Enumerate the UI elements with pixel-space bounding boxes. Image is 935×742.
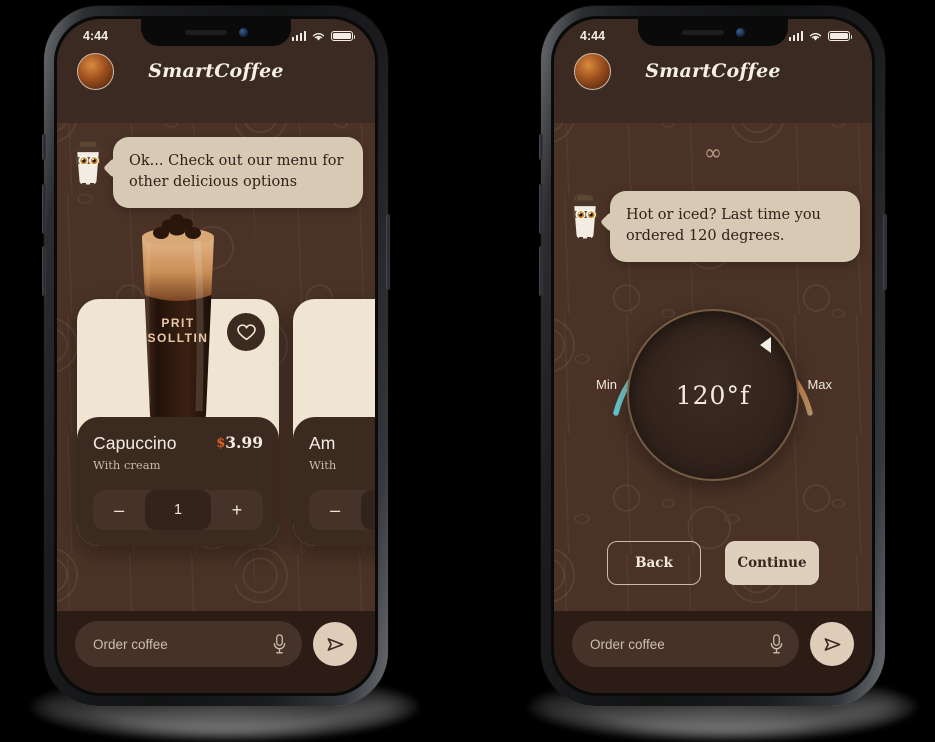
send-button[interactable]	[313, 622, 357, 666]
status-icons	[788, 30, 853, 42]
quantity-decrement-button[interactable]: –	[309, 490, 361, 530]
order-input-field[interactable]: Order coffee	[572, 621, 799, 667]
quantity-value: 1	[145, 490, 211, 530]
notch	[638, 19, 788, 46]
dial-min-label: Min	[596, 377, 617, 392]
iced-coffee-glass: PRIT SOLLTIN	[142, 214, 214, 423]
product-card[interactable]: Am With – 1 +	[293, 299, 375, 546]
product-card[interactable]: PRIT SOLLTIN Capuccino With cream $3.99 …	[77, 214, 279, 546]
continue-button[interactable]: Continue	[725, 541, 819, 585]
front-camera-icon	[238, 28, 248, 37]
scene: 4:44 SmartCoffee Ok... Check out our men…	[0, 0, 935, 742]
phone-menu: 4:44 SmartCoffee Ok... Check out our men…	[42, 6, 390, 706]
power-button[interactable]	[386, 214, 390, 290]
user-avatar[interactable]	[574, 52, 611, 90]
battery-icon	[828, 30, 853, 42]
quantity-stepper[interactable]: – 1 +	[309, 490, 375, 530]
phone-temperature: 4:44 SmartCoffee ∞ Hot or iced? Last tim…	[539, 6, 887, 706]
microphone-icon[interactable]	[271, 633, 288, 655]
drink-label-line2: SOLLTIN	[148, 331, 209, 345]
price-currency: $	[216, 436, 226, 451]
phone-bezel: 4:44 SmartCoffee	[551, 16, 875, 696]
status-time: 4:44	[83, 29, 109, 43]
dial-value: 120°f	[675, 380, 751, 410]
user-avatar[interactable]	[77, 52, 114, 90]
temperature-dial[interactable]: 120°f Min Max	[588, 277, 838, 492]
navigation-buttons: Back Continue	[554, 541, 872, 585]
coffee-bot-mascot	[69, 137, 107, 189]
signal-bars-icon	[291, 31, 306, 41]
product-subtitle: With	[309, 458, 337, 472]
sheet-drag-handle[interactable]: ∞	[704, 141, 722, 166]
dial-marker-triangle[interactable]	[760, 337, 771, 353]
price-amount: 3.99	[225, 433, 263, 452]
silent-switch[interactable]	[42, 134, 46, 160]
volume-up-button[interactable]	[539, 184, 543, 234]
phone-bezel: 4:44 SmartCoffee	[54, 16, 378, 696]
chat-bubble: Ok... Check out our menu for other delic…	[113, 137, 363, 208]
chat-bubble: Hot or iced? Last time you ordered 120 d…	[610, 191, 860, 262]
dial-max-label: Max	[807, 377, 832, 392]
order-input-placeholder: Order coffee	[93, 636, 168, 652]
product-card-list[interactable]: PRIT SOLLTIN Capuccino With cream $3.99 …	[57, 214, 375, 546]
app-body-menu: Ok... Check out our menu for other delic…	[57, 123, 375, 611]
app-title: SmartCoffee	[148, 60, 284, 82]
volume-up-button[interactable]	[42, 184, 46, 234]
app-body-temperature: ∞ Hot or iced? Last time you ordered 120…	[554, 123, 872, 611]
message-input-bar: Order coffee	[57, 611, 375, 693]
send-button[interactable]	[810, 622, 854, 666]
product-card-info: Am With – 1 +	[293, 417, 375, 546]
wifi-icon	[809, 32, 822, 40]
quantity-stepper[interactable]: – 1 +	[93, 490, 263, 530]
product-price: $3.99	[216, 433, 263, 452]
send-icon	[824, 637, 840, 651]
status-time: 4:44	[580, 29, 606, 43]
back-button[interactable]: Back	[607, 541, 701, 585]
earpiece-speaker	[681, 30, 724, 35]
quantity-increment-button[interactable]: +	[211, 490, 263, 530]
product-subtitle: With cream	[93, 458, 161, 472]
chat-message-bot: Hot or iced? Last time you ordered 120 d…	[566, 191, 860, 262]
product-name: Am	[309, 433, 336, 453]
battery-icon	[331, 30, 356, 42]
order-input-field[interactable]: Order coffee	[75, 621, 302, 667]
product-name: Capuccino	[93, 433, 177, 453]
heart-icon	[236, 323, 256, 340]
coffee-bot-mascot	[566, 191, 604, 243]
earpiece-speaker	[184, 30, 227, 35]
silent-switch[interactable]	[539, 134, 543, 160]
drink-label-line1: PRIT	[161, 316, 194, 330]
volume-down-button[interactable]	[42, 246, 46, 296]
order-input-placeholder: Order coffee	[590, 636, 665, 652]
screen-temperature: 4:44 SmartCoffee ∞ Hot or iced? Last tim…	[554, 19, 872, 693]
dial-face[interactable]: 120°f	[627, 309, 799, 481]
product-card-info: Capuccino With cream $3.99 – 1 +	[77, 417, 279, 546]
send-icon	[327, 637, 343, 651]
favorite-button[interactable]	[227, 313, 265, 351]
screen-menu: 4:44 SmartCoffee Ok... Check out our men…	[57, 19, 375, 693]
wifi-icon	[312, 32, 325, 40]
volume-down-button[interactable]	[539, 246, 543, 296]
chat-message-bot: Ok... Check out our menu for other delic…	[69, 137, 363, 208]
status-icons	[291, 30, 356, 42]
microphone-icon[interactable]	[768, 633, 785, 655]
quantity-value: 1	[361, 490, 375, 530]
app-title: SmartCoffee	[645, 60, 781, 82]
signal-bars-icon	[788, 31, 803, 41]
power-button[interactable]	[883, 214, 887, 290]
message-input-bar: Order coffee	[554, 611, 872, 693]
front-camera-icon	[735, 28, 745, 37]
notch	[141, 19, 291, 46]
quantity-decrement-button[interactable]: –	[93, 490, 145, 530]
